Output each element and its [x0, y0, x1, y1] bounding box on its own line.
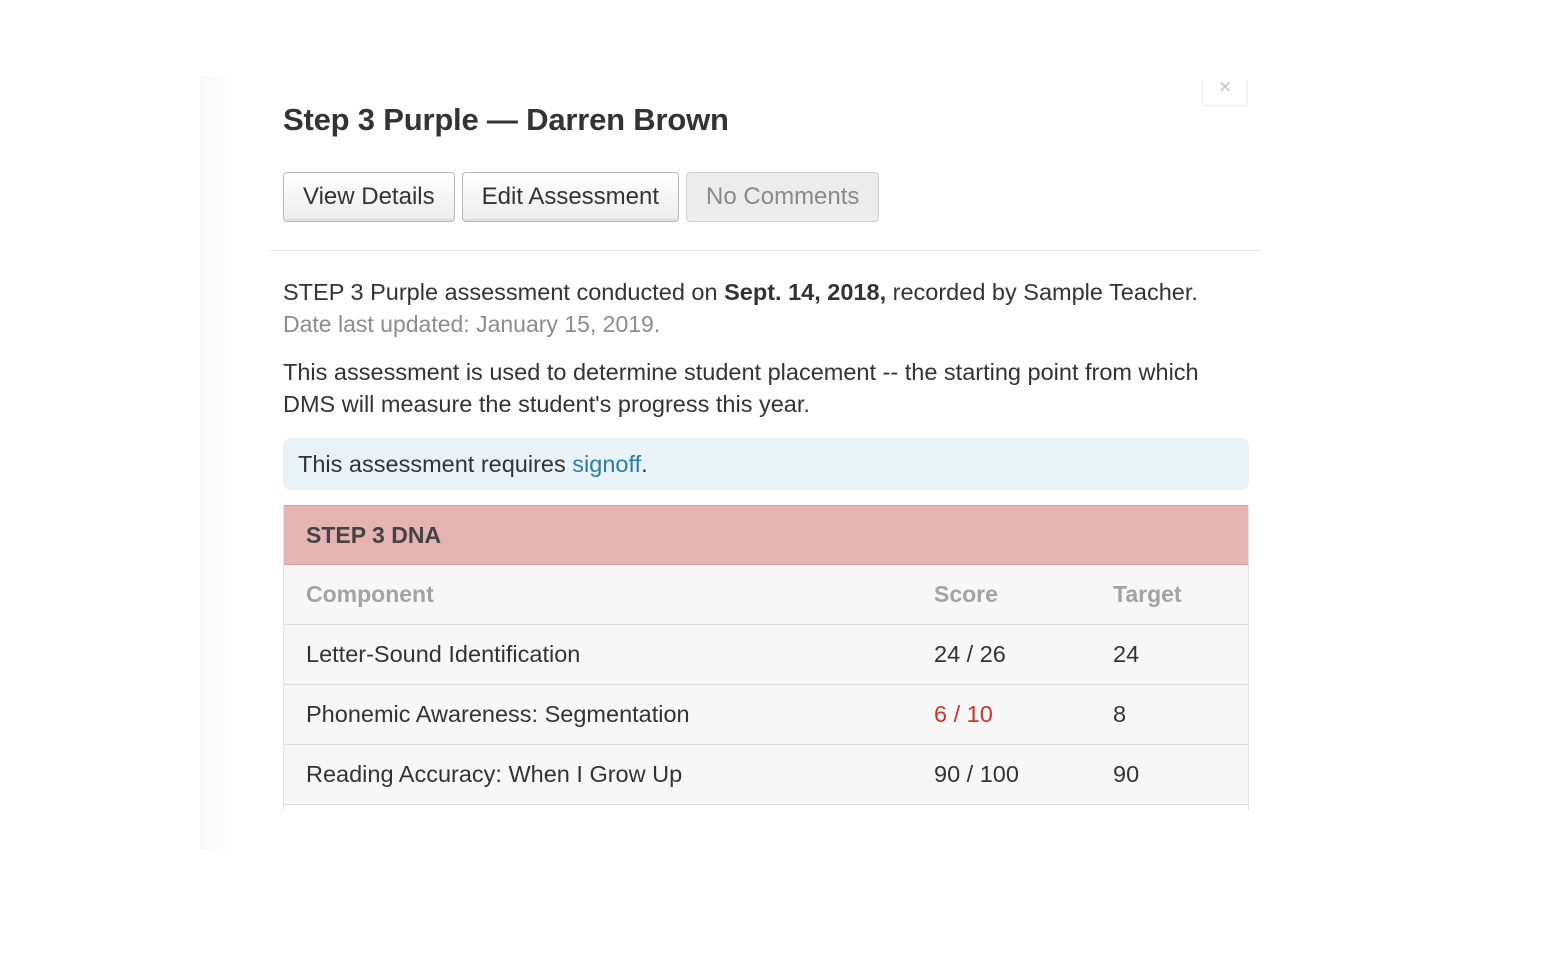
assessment-body: STEP 3 Purple assessment conducted on Se…	[283, 276, 1249, 490]
component-cell: Letter-Sound Identification	[284, 624, 934, 685]
notice-suffix: .	[641, 451, 648, 477]
table-row: Phonemic Awareness: Segmentation 6 / 10 …	[284, 684, 1248, 745]
signoff-notice: This assessment requires signoff.	[283, 438, 1249, 490]
score-cell: 90 / 100	[934, 744, 1113, 805]
assessment-date: Sept. 14, 2018,	[724, 279, 887, 305]
assessment-modal: × Step 3 Purple — Darren Brown View Deta…	[270, 76, 1260, 816]
signoff-link[interactable]: signoff	[572, 451, 641, 477]
notice-prefix: This assessment requires	[298, 451, 573, 477]
edit-assessment-button[interactable]: Edit Assessment	[461, 172, 680, 222]
action-buttons: View Details Edit Assessment No Comments	[283, 172, 880, 222]
target-cell: 8	[1113, 684, 1248, 745]
view-details-button[interactable]: View Details	[283, 172, 455, 222]
column-header-target: Target	[1113, 565, 1248, 625]
table-row: Letter-Sound Identification 24 / 26 24	[284, 624, 1248, 685]
close-icon[interactable]: ×	[1219, 80, 1232, 99]
comments-button: No Comments	[686, 172, 880, 222]
column-header-component: Component	[284, 565, 934, 625]
table-header-row: Component Score Target	[284, 565, 1248, 625]
divider	[270, 250, 1260, 251]
dna-table-section: STEP 3 DNA Component Score Target Letter…	[283, 505, 1249, 810]
column-header-score: Score	[934, 565, 1113, 625]
component-cell: Reading Accuracy: When I Grow Up	[284, 744, 934, 805]
summary-suffix: recorded by Sample Teacher.	[886, 279, 1198, 305]
summary-prefix: STEP 3 Purple assessment conducted on	[283, 279, 725, 305]
target-cell: 90	[1113, 744, 1248, 805]
placement-description: This assessment is used to determine stu…	[283, 359, 1199, 417]
assessment-summary: STEP 3 Purple assessment conducted on Se…	[283, 276, 1249, 308]
component-cell: Phonemic Awareness: Segmentation	[284, 684, 934, 745]
target-cell: 24	[1113, 624, 1248, 685]
table-section-title: STEP 3 DNA	[284, 505, 1248, 565]
score-cell: 24 / 26	[934, 624, 1113, 685]
last-updated: Date last updated: January 15, 2019.	[283, 311, 661, 337]
background-panel-edge	[200, 76, 234, 849]
close-button[interactable]: ×	[1202, 80, 1248, 106]
page: × Step 3 Purple — Darren Brown View Deta…	[0, 0, 1548, 957]
dna-table: Component Score Target Letter-Sound Iden…	[284, 565, 1248, 805]
table-row: Reading Accuracy: When I Grow Up 90 / 10…	[284, 744, 1248, 805]
modal-title: Step 3 Purple — Darren Brown	[283, 102, 729, 137]
score-cell-below-target: 6 / 10	[934, 684, 1113, 745]
